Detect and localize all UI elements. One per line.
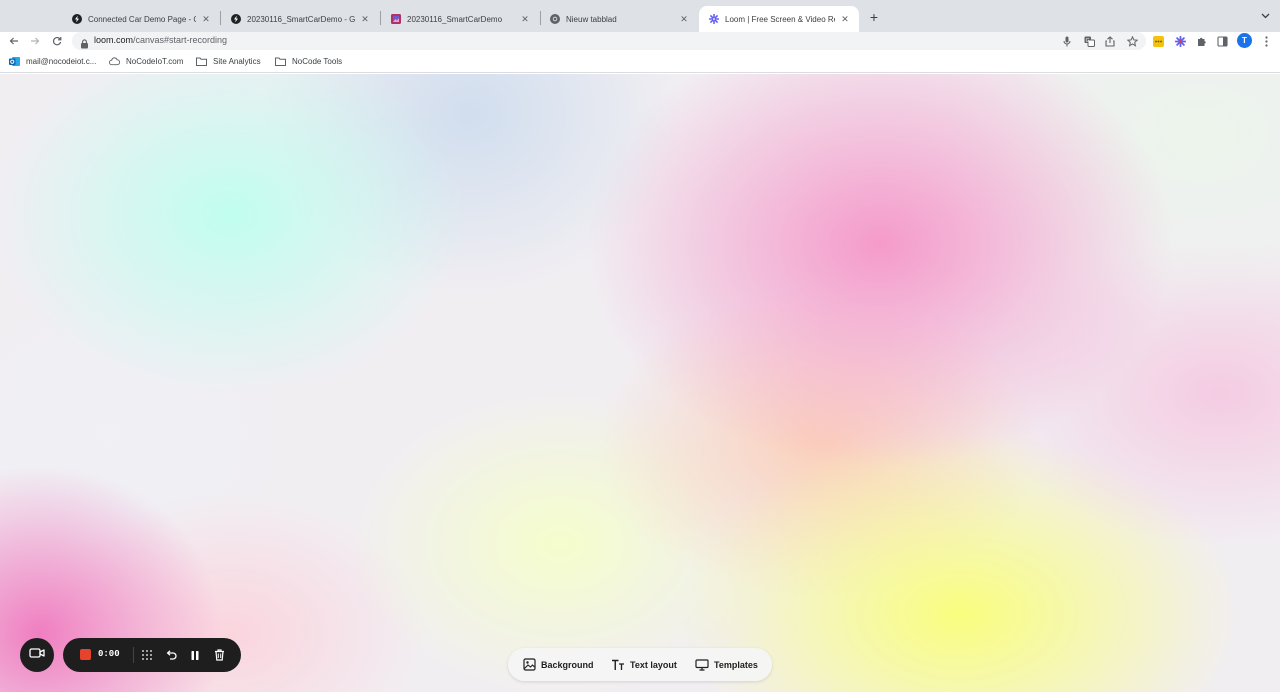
divider xyxy=(133,647,134,663)
tab-connected-car-demo[interactable]: Connected Car Demo Page - G ✕ xyxy=(62,6,220,32)
microphone-icon[interactable] xyxy=(1060,34,1074,48)
lock-icon[interactable] xyxy=(80,36,89,49)
tab-title: Nieuw tabblad xyxy=(566,14,617,24)
monitor-icon xyxy=(695,658,709,672)
tab-title: Connected Car Demo Page - G xyxy=(88,14,196,24)
close-icon[interactable]: ✕ xyxy=(359,13,371,25)
recording-timer: 0:00 xyxy=(98,649,120,659)
share-icon[interactable] xyxy=(1103,34,1117,48)
back-arrow-icon[interactable] xyxy=(7,34,21,48)
background-button[interactable]: Background xyxy=(522,657,594,672)
text-layout-label: Text layout xyxy=(630,659,677,670)
bookmark-site-analytics[interactable]: Site Analytics xyxy=(196,55,261,68)
new-tab-button[interactable]: + xyxy=(866,9,882,25)
text-layout-button[interactable]: Text layout xyxy=(611,657,677,672)
loom-extension-icon[interactable] xyxy=(1173,34,1187,48)
url-text: loom.com/canvas#start-recording xyxy=(94,35,227,45)
tab-strip: Connected Car Demo Page - G ✕ 20230116_S… xyxy=(0,0,1280,32)
camera-toggle-button[interactable] xyxy=(20,638,54,672)
background-label: Background xyxy=(541,659,594,670)
recording-canvas xyxy=(0,74,1280,692)
stop-recording-button[interactable] xyxy=(80,649,91,660)
bookmark-label: NoCodeIoT.com xyxy=(126,57,184,66)
bookmark-label: mail@nocodeiot.c... xyxy=(26,57,97,66)
undo-restart-icon[interactable] xyxy=(163,647,179,663)
folder-icon xyxy=(196,56,207,67)
close-icon[interactable]: ✕ xyxy=(678,13,690,25)
trash-icon[interactable] xyxy=(211,647,227,663)
lightning-icon xyxy=(72,14,82,24)
star-bookmark-icon[interactable] xyxy=(1125,34,1139,48)
image-icon xyxy=(522,658,536,672)
bookmark-mail[interactable]: mail@nocodeiot.c... xyxy=(9,55,96,68)
extension-yellow-icon[interactable] xyxy=(1151,34,1165,48)
outlook-icon xyxy=(9,56,20,67)
bookmark-nocode-tools[interactable]: NoCode Tools xyxy=(275,55,342,68)
folder-icon xyxy=(275,56,286,67)
url-path: /canvas#start-recording xyxy=(133,35,228,45)
video-camera-icon xyxy=(29,646,45,664)
lightning-icon xyxy=(231,14,241,24)
bookmarks-bar: mail@nocodeiot.c... NoCodeIoT.com Site A… xyxy=(0,50,1280,73)
tab-smartcardemo[interactable]: 20230116_SmartCarDemo ✕ xyxy=(381,6,539,32)
tab-nieuw-tabblad[interactable]: Nieuw tabblad ✕ xyxy=(540,6,698,32)
puzzle-extensions-icon[interactable] xyxy=(1194,34,1208,48)
image-thumbnail-icon xyxy=(391,14,401,24)
close-icon[interactable]: ✕ xyxy=(839,13,851,25)
templates-label: Templates xyxy=(714,659,758,670)
pause-icon[interactable] xyxy=(187,647,203,663)
tab-smartcardemo-gl[interactable]: 20230116_SmartCarDemo - Gl ✕ xyxy=(221,6,379,32)
forward-arrow-icon[interactable] xyxy=(28,34,42,48)
chevron-down-icon[interactable] xyxy=(1258,9,1272,23)
text-size-icon xyxy=(611,658,625,672)
side-panel-icon[interactable] xyxy=(1215,34,1229,48)
tab-title: Loom | Free Screen & Video Re xyxy=(725,14,835,24)
canvas-options-bar: Background Text layout Templates xyxy=(508,648,772,681)
tab-title: 20230116_SmartCarDemo - Gl xyxy=(247,14,355,24)
reload-icon[interactable] xyxy=(50,34,64,48)
bookmark-nocodeiot[interactable]: NoCodeIoT.com xyxy=(109,55,183,68)
cloud-icon xyxy=(109,56,120,67)
templates-button[interactable]: Templates xyxy=(695,657,758,672)
close-icon[interactable]: ✕ xyxy=(519,13,531,25)
bookmark-label: NoCode Tools xyxy=(292,57,343,66)
profile-avatar[interactable]: T xyxy=(1237,33,1252,48)
svg-text:G: G xyxy=(1085,37,1089,43)
address-bar[interactable]: loom.com/canvas#start-recording G xyxy=(72,32,1146,50)
url-host: loom.com xyxy=(94,35,134,45)
bookmark-label: Site Analytics xyxy=(213,57,261,66)
recording-controls: 0:00 xyxy=(63,638,241,672)
tab-loom-active[interactable]: Loom | Free Screen & Video Re ✕ xyxy=(699,6,859,32)
tab-title: 20230116_SmartCarDemo xyxy=(407,14,503,24)
loom-icon xyxy=(709,14,719,24)
translate-icon[interactable]: G xyxy=(1082,34,1096,48)
chrome-icon xyxy=(550,14,560,24)
browser-toolbar: loom.com/canvas#start-recording G T xyxy=(0,32,1280,50)
close-icon[interactable]: ✕ xyxy=(200,13,212,25)
drawing-tool-icon[interactable] xyxy=(139,647,155,663)
kebab-menu-icon[interactable] xyxy=(1259,34,1273,48)
